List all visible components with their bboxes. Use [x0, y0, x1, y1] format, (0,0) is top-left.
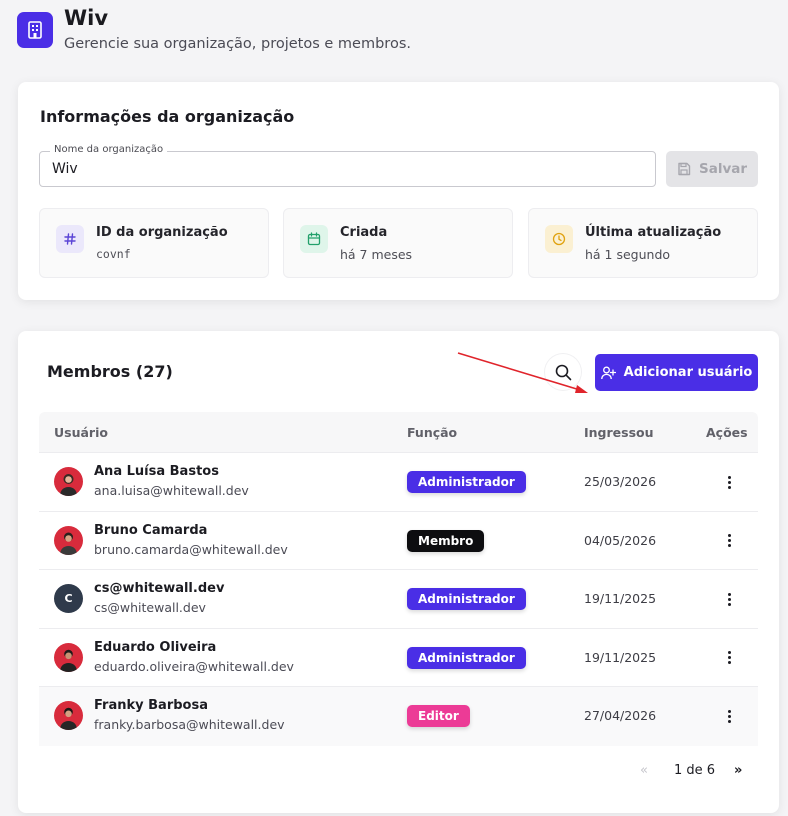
- members-table: Usuário Função Ingressou Ações Ana Luísa…: [39, 412, 758, 746]
- org-name-field[interactable]: Nome da organização Wiv: [39, 144, 656, 187]
- more-actions-icon[interactable]: [723, 474, 735, 490]
- members-title: Membros (27): [47, 362, 173, 381]
- search-icon: [555, 364, 571, 380]
- avatar: [54, 642, 83, 672]
- org-id-label: ID da organização: [96, 225, 228, 240]
- joined-date: 19/11/2025: [584, 591, 657, 606]
- table-header: Usuário Função Ingressou Ações: [39, 412, 758, 453]
- clock-icon: [545, 225, 573, 253]
- page-title: Wiv: [64, 6, 109, 30]
- more-actions-icon[interactable]: [723, 708, 735, 724]
- joined-date: 27/04/2026: [584, 708, 657, 723]
- column-role: Função: [407, 425, 458, 440]
- org-name-input[interactable]: Wiv: [52, 161, 78, 177]
- user-email: cs@whitewall.dev: [94, 600, 206, 615]
- search-button[interactable]: [545, 354, 581, 390]
- avatar: [54, 701, 83, 730]
- calendar-icon: [300, 225, 328, 253]
- updated-box: Última atualização há 1 segundo: [528, 208, 758, 278]
- pagination-prev-button[interactable]: «: [640, 763, 648, 778]
- more-actions-icon[interactable]: [723, 533, 735, 549]
- role-badge: Editor: [407, 705, 470, 727]
- joined-date: 25/03/2026: [584, 474, 657, 489]
- column-actions: Ações: [706, 425, 748, 440]
- building-icon: [17, 12, 53, 48]
- updated-label: Última atualização: [585, 225, 722, 240]
- updated-value: há 1 segundo: [585, 247, 671, 262]
- org-info-card: Informações da organização Nome da organ…: [18, 82, 779, 300]
- user-name: cs@whitewall.dev: [94, 581, 225, 596]
- save-icon: [678, 162, 691, 176]
- table-row: C cs@whitewall.dev cs@whitewall.dev Admi…: [39, 570, 758, 629]
- role-badge: Administrador: [407, 471, 526, 493]
- column-joined: Ingressou: [584, 425, 654, 440]
- table-row: Bruno Camarda bruno.camarda@whitewall.de…: [39, 511, 758, 570]
- save-label: Salvar: [698, 161, 748, 177]
- avatar: [54, 467, 83, 496]
- user-email: bruno.camarda@whitewall.dev: [94, 541, 288, 557]
- role-badge: Administrador: [407, 646, 526, 669]
- user-name: Eduardo Oliveira: [94, 639, 217, 655]
- add-user-label: Adicionar usuário: [623, 365, 753, 380]
- table-row: Franky Barbosa franky.barbosa@whitewall.…: [39, 687, 758, 746]
- user-email: ana.luisa@whitewall.dev: [94, 483, 249, 498]
- org-info-title: Informações da organização: [40, 107, 295, 126]
- created-value: há 7 meses: [340, 247, 413, 262]
- table-row: Ana Luísa Bastos ana.luisa@whitewall.dev…: [39, 453, 758, 512]
- org-name-label: Nome da organização: [50, 144, 168, 155]
- created-label: Criada: [340, 225, 388, 240]
- user-plus-icon: [600, 366, 616, 379]
- avatar: [54, 525, 83, 555]
- role-badge: Membro: [407, 529, 485, 552]
- org-id-box: ID da organização covnf: [39, 208, 269, 278]
- hash-icon: [56, 225, 84, 253]
- pagination-status: 1 de 6: [674, 763, 716, 778]
- save-button[interactable]: Salvar: [666, 151, 758, 187]
- org-id-value: covnf: [96, 247, 131, 261]
- more-actions-icon[interactable]: [723, 591, 735, 607]
- table-row: Eduardo Oliveira eduardo.oliveira@whitew…: [39, 628, 758, 687]
- page-header: Wiv Gerencie sua organização, projetos e…: [17, 6, 411, 52]
- user-name: Franky Barbosa: [94, 698, 208, 713]
- column-user: Usuário: [54, 425, 108, 440]
- members-card: Membros (27) Adicionar usuário Usuário F…: [18, 331, 779, 813]
- role-badge: Administrador: [407, 588, 526, 610]
- pagination-next-button[interactable]: »: [734, 763, 742, 778]
- add-user-button[interactable]: Adicionar usuário: [595, 354, 758, 391]
- user-email: eduardo.oliveira@whitewall.dev: [94, 658, 294, 674]
- avatar: C: [54, 584, 83, 613]
- joined-date: 19/11/2025: [584, 649, 657, 665]
- joined-date: 04/05/2026: [584, 532, 657, 548]
- user-name: Ana Luísa Bastos: [94, 464, 219, 479]
- page-subtitle: Gerencie sua organização, projetos e mem…: [64, 36, 411, 52]
- user-name: Bruno Camarda: [94, 522, 208, 538]
- created-box: Criada há 7 meses: [283, 208, 513, 278]
- more-actions-icon[interactable]: [723, 650, 735, 666]
- user-email: franky.barbosa@whitewall.dev: [94, 717, 285, 732]
